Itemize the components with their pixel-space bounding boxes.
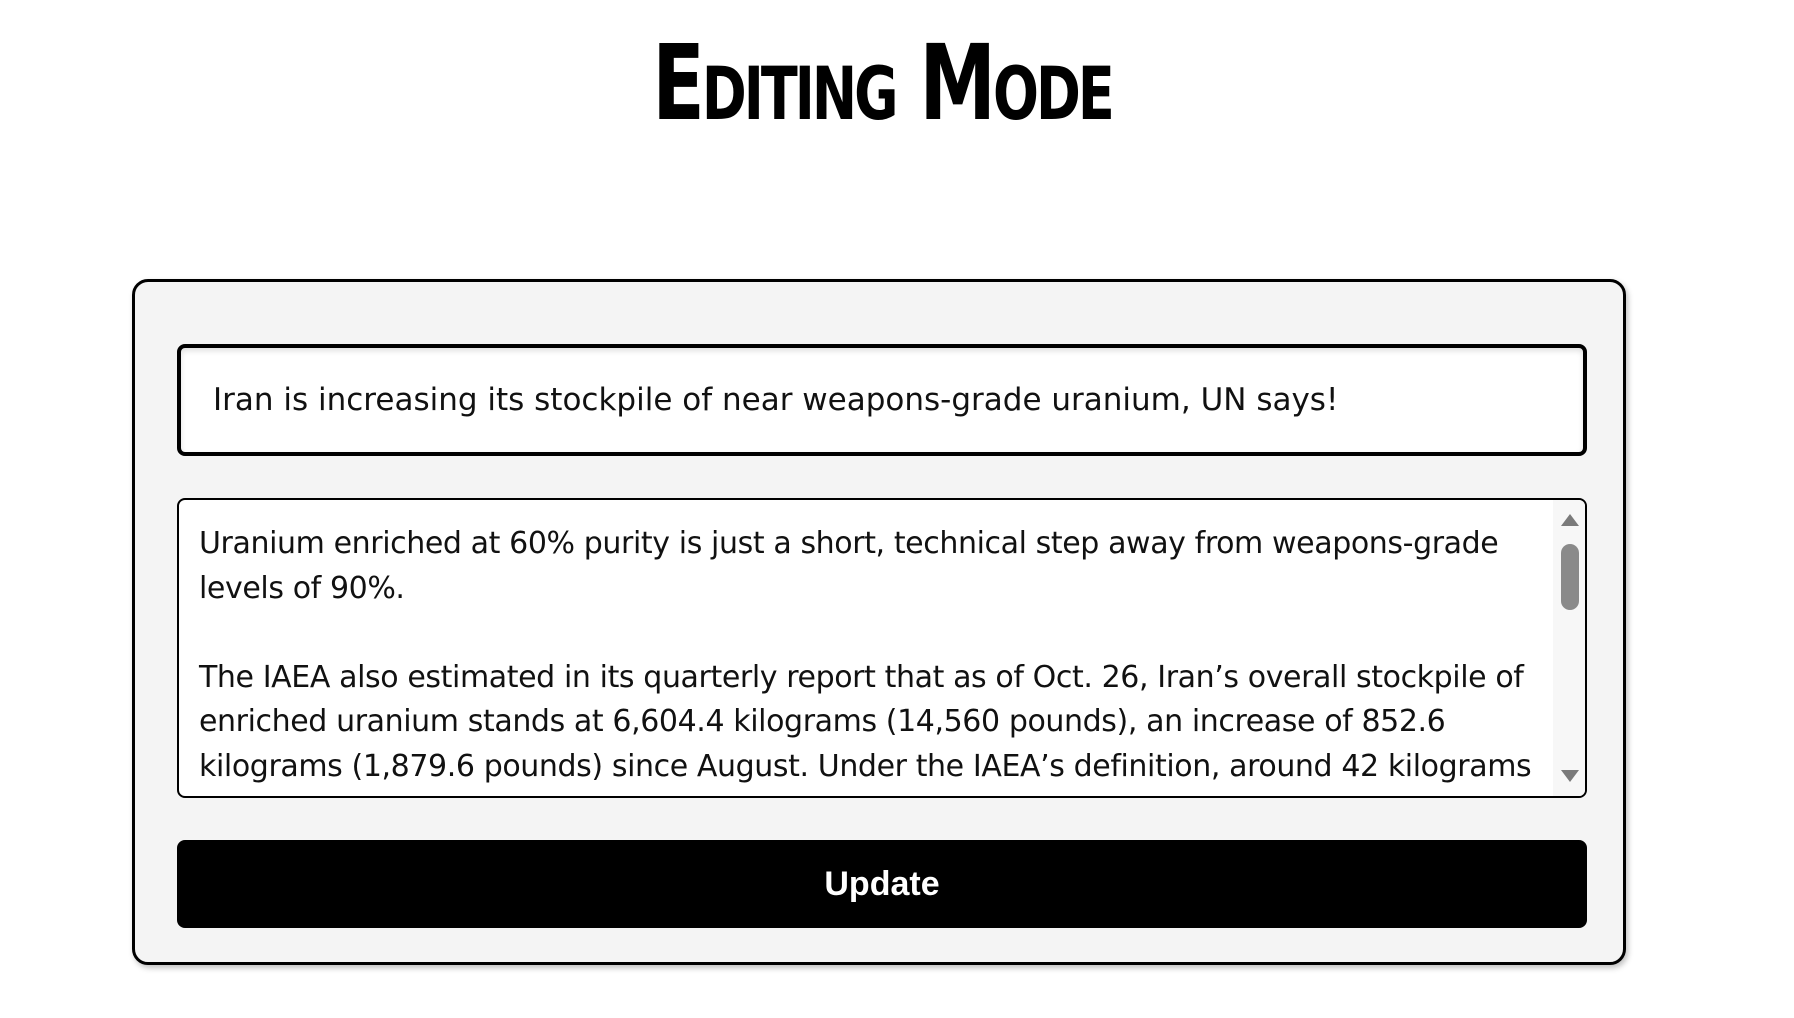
scroll-up-icon[interactable] xyxy=(1561,514,1579,526)
textarea-scrollbar[interactable] xyxy=(1553,500,1585,796)
headline-input[interactable] xyxy=(177,344,1587,456)
body-textarea-container xyxy=(177,498,1587,798)
body-textarea[interactable] xyxy=(179,500,1553,796)
page-title: Editing Mode xyxy=(652,22,1115,144)
edit-form-card: Update xyxy=(132,279,1626,965)
scroll-thumb[interactable] xyxy=(1561,544,1579,610)
scroll-down-icon[interactable] xyxy=(1561,770,1579,782)
update-button[interactable]: Update xyxy=(177,840,1587,928)
